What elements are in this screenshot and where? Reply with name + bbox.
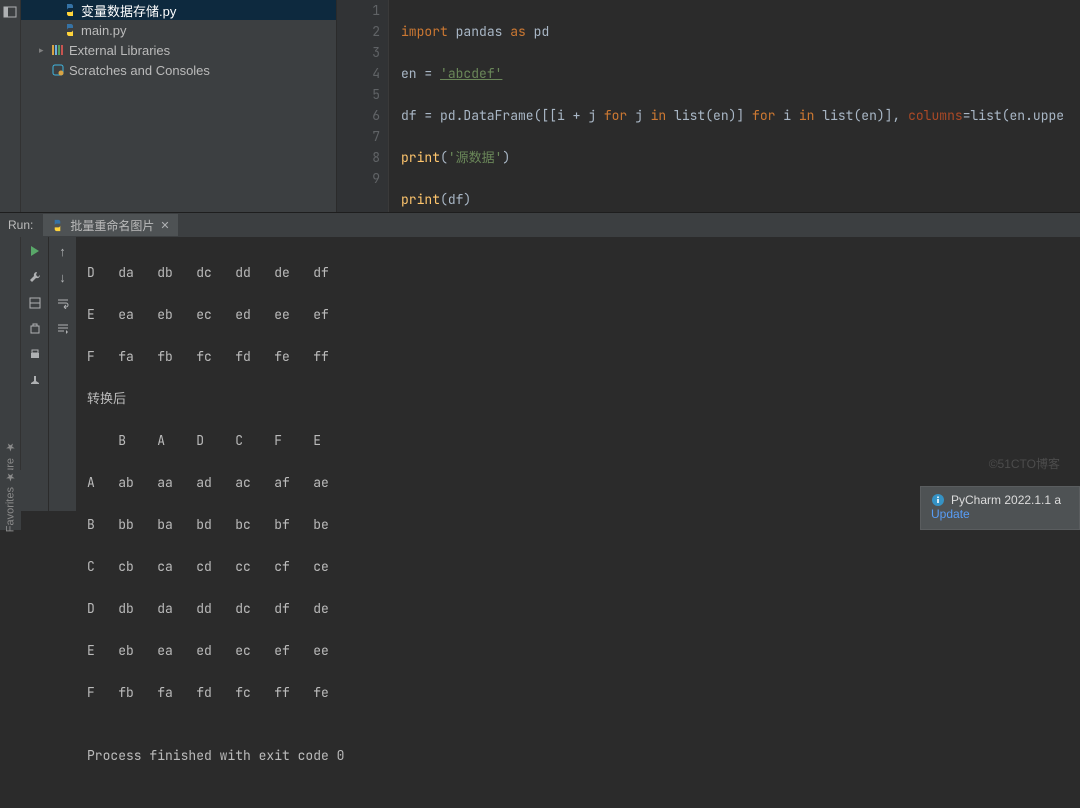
python-file-icon — [51, 219, 64, 232]
code-token: pandas — [456, 23, 503, 40]
scroll-icon[interactable] — [55, 321, 71, 337]
editor-gutter: 1 2 3 4 5 6 7 8 9 — [337, 0, 389, 212]
print-icon[interactable] — [27, 347, 43, 363]
python-file-icon — [63, 23, 81, 37]
console-line: E eb ea ed ec ef ee — [87, 640, 1080, 661]
run-label: Run: — [8, 218, 33, 232]
line-number: 2 — [337, 21, 380, 42]
code-token: for — [604, 107, 627, 124]
wrench-icon[interactable] — [27, 269, 43, 285]
console-line: F fa fb fc fd fe ff — [87, 346, 1080, 367]
library-icon — [51, 43, 69, 57]
line-number: 4 — [337, 63, 380, 84]
export-icon[interactable] — [27, 321, 43, 337]
layout-icon[interactable] — [27, 295, 43, 311]
pin-icon[interactable] — [27, 373, 43, 389]
code-token: df = pd.DataFrame([[i + j — [401, 107, 604, 124]
favorites-stripe[interactable]: Favorites ★ — [0, 470, 21, 530]
code-token: list(en)], — [814, 107, 908, 124]
code-token: columns — [908, 107, 963, 124]
code-token: in — [651, 107, 667, 124]
code-token: import — [401, 23, 448, 40]
notification-title: PyCharm 2022.1.1 a — [951, 493, 1061, 507]
code-token: print — [401, 149, 440, 166]
tree-file-label: main.py — [81, 23, 127, 38]
editor-pane[interactable]: 1 2 3 4 5 6 7 8 9 import pandas as pd en… — [337, 0, 1080, 212]
up-arrow-icon[interactable]: ↑ — [55, 243, 71, 259]
wrap-icon[interactable] — [55, 295, 71, 311]
console-line: C cb ca cd cc cf ce — [87, 556, 1080, 577]
tree-file-main[interactable]: main.py — [21, 20, 336, 40]
run-tab-label: 批量重命名图片 — [70, 217, 154, 234]
code-token: (df) — [440, 191, 471, 208]
update-link[interactable]: Update — [931, 507, 1069, 521]
code-token: as — [510, 23, 526, 40]
console-line: E ea eb ec ed ee ef — [87, 304, 1080, 325]
line-number: 6 — [337, 105, 380, 126]
stripe-label: Favorites — [5, 487, 17, 532]
down-arrow-icon[interactable]: ↓ — [55, 269, 71, 285]
tree-external-libraries[interactable]: ▸ External Libraries — [21, 40, 336, 60]
code-token: for — [752, 107, 775, 124]
line-number: 8 — [337, 147, 380, 168]
close-icon[interactable]: ✕ — [160, 219, 169, 232]
code-token: print — [401, 191, 440, 208]
code-token: list(en)] — [666, 107, 752, 124]
code-token: =list(en.uppe — [963, 107, 1064, 124]
line-number: 9 — [337, 168, 380, 189]
rerun-icon[interactable] — [27, 243, 43, 259]
run-toolbar-secondary: ↑ ↓ — [49, 237, 77, 511]
scratches-icon — [51, 63, 69, 77]
tree-file-active[interactable]: 变量数据存储.py — [21, 0, 336, 20]
code-token: en = — [401, 65, 440, 82]
tree-scratches[interactable]: Scratches and Consoles — [21, 60, 336, 80]
watermark: ©51CTO博客 — [989, 455, 1060, 472]
line-number: 7 — [337, 126, 380, 147]
update-notification[interactable]: PyCharm 2022.1.1 a Update — [920, 486, 1080, 530]
python-file-icon — [63, 3, 81, 17]
code-token: '源数据' — [448, 149, 503, 166]
code-token: in — [799, 107, 815, 124]
code-token: pd — [534, 23, 550, 40]
tree-label: Scratches and Consoles — [69, 63, 210, 78]
tree-file-label: 变量数据存储.py — [81, 1, 176, 20]
code-token: i — [775, 107, 798, 124]
console-line: D db da dd dc df de — [87, 598, 1080, 619]
run-tool-window: Run: 批量重命名图片 ✕ Structure ★ ↑ ↓ — [0, 212, 1080, 511]
left-stripe — [0, 0, 21, 212]
project-stripe-icon[interactable] — [2, 4, 18, 20]
run-header: Run: 批量重命名图片 ✕ — [0, 213, 1080, 237]
info-icon — [931, 493, 945, 507]
console-line: Process finished with exit code 0 — [87, 745, 1080, 766]
console-line: F fb fa fd fc ff fe — [87, 682, 1080, 703]
console-output[interactable]: D da db dc dd de df E ea eb ec ed ee ef … — [77, 237, 1080, 511]
chevron-right-icon[interactable]: ▸ — [39, 45, 51, 56]
project-tree[interactable]: 变量数据存储.py main.py ▸ External Libraries S… — [21, 0, 337, 212]
code-token: j — [627, 107, 650, 124]
run-tab[interactable]: 批量重命名图片 ✕ — [43, 214, 177, 236]
console-line: B A D C F E — [87, 430, 1080, 451]
line-number: 5 — [337, 84, 380, 105]
console-line: D da db dc dd de df — [87, 262, 1080, 283]
code-token: 'abcdef' — [440, 65, 502, 82]
code-area[interactable]: import pandas as pd en = 'abcdef' df = p… — [389, 0, 1080, 212]
line-number: 3 — [337, 42, 380, 63]
tree-label: External Libraries — [69, 43, 170, 58]
run-toolbar-primary — [21, 237, 49, 511]
line-number: 1 — [337, 0, 380, 21]
console-line: 转换后 — [87, 388, 1080, 409]
